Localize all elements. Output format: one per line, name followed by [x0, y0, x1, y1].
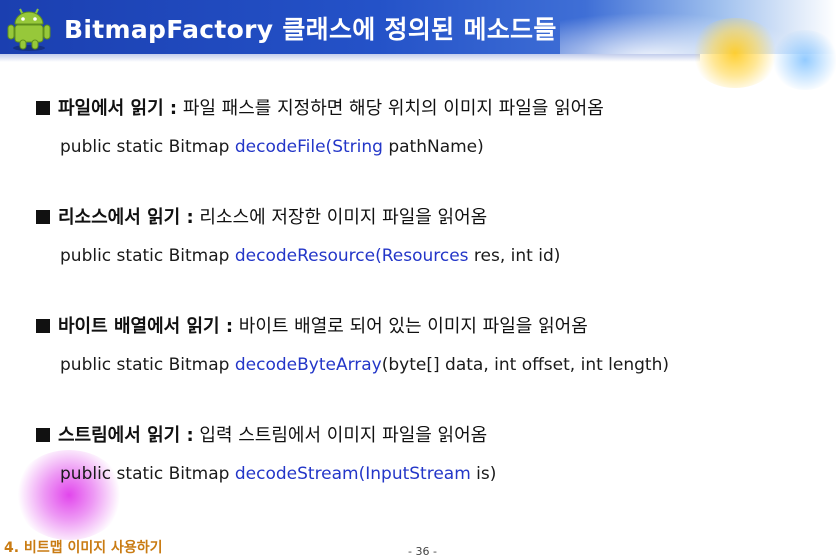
section-description: 리소스에 저장한 이미지 파일을 읽어옴	[199, 207, 488, 228]
param-type: InputStream	[365, 464, 471, 484]
signature-rest: (byte[] data, int offset, int length)	[381, 355, 669, 375]
yellow-glow-decoration	[690, 18, 780, 88]
method-signature: public static Bitmap decodeResource(Reso…	[60, 244, 560, 268]
section-heading: 바이트 배열에서 읽기 : 바이트 배열로 되어 있는 이미지 파일을 읽어옴	[36, 315, 669, 339]
method-name: decodeByteArray	[234, 355, 382, 375]
section-heading: 파일에서 읽기 : 파일 패스를 지정하면 해당 위치의 이미지 파일을 읽어옴	[36, 97, 604, 121]
method-signature: public static Bitmap decodeByteArray(byt…	[60, 353, 669, 377]
section-heading: 스트림에서 읽기 : 입력 스트림에서 이미지 파일을 읽어옴	[36, 424, 496, 448]
blue-glow-decoration	[770, 30, 836, 90]
header-shadow	[0, 54, 700, 62]
method-name: decodeFile(	[234, 137, 333, 157]
param-type: Resources	[381, 246, 469, 266]
section-title: 리소스에서 읽기 :	[58, 207, 194, 228]
square-bullet-icon	[36, 101, 50, 115]
square-bullet-icon	[36, 319, 50, 333]
section-heading: 리소스에서 읽기 : 리소스에 저장한 이미지 파일을 읽어옴	[36, 206, 560, 230]
section-decode-file: 파일에서 읽기 : 파일 패스를 지정하면 해당 위치의 이미지 파일을 읽어옴…	[36, 97, 604, 159]
section-title: 바이트 배열에서 읽기 :	[58, 316, 234, 337]
signature-rest: pathName)	[382, 137, 484, 157]
method-name: decodeStream(	[234, 464, 366, 484]
section-decode-stream: 스트림에서 읽기 : 입력 스트림에서 이미지 파일을 읽어옴 public s…	[36, 424, 496, 486]
param-type: String	[332, 137, 383, 157]
section-title: 스트림에서 읽기 :	[58, 425, 194, 446]
signature-prefix: public static Bitmap	[60, 137, 230, 157]
signature-prefix: public static Bitmap	[60, 464, 230, 484]
square-bullet-icon	[36, 210, 50, 224]
signature-rest: res, int id)	[468, 246, 561, 266]
signature-prefix: public static Bitmap	[60, 246, 230, 266]
section-description: 파일 패스를 지정하면 해당 위치의 이미지 파일을 읽어옴	[182, 98, 604, 119]
chapter-label: 4. 비트맵 이미지 사용하기	[4, 540, 163, 556]
signature-prefix: public static Bitmap	[60, 355, 230, 375]
section-decode-byte-array: 바이트 배열에서 읽기 : 바이트 배열로 되어 있는 이미지 파일을 읽어옴 …	[36, 315, 669, 377]
method-signature: public static Bitmap decodeStream(InputS…	[60, 462, 496, 486]
method-signature: public static Bitmap decodeFile(String p…	[60, 135, 604, 159]
section-decode-resource: 리소스에서 읽기 : 리소스에 저장한 이미지 파일을 읽어옴 public s…	[36, 206, 560, 268]
section-description: 바이트 배열로 되어 있는 이미지 파일을 읽어옴	[238, 316, 588, 337]
section-description: 입력 스트림에서 이미지 파일을 읽어옴	[199, 425, 488, 446]
section-title: 파일에서 읽기 :	[58, 98, 178, 119]
android-robot-icon	[7, 8, 51, 51]
slide-title: BitmapFactory 클래스에 정의된 메소드들	[64, 15, 557, 44]
method-name: decodeResource(	[234, 246, 382, 266]
signature-rest: is)	[470, 464, 497, 484]
page-number: - 36 -	[408, 545, 437, 558]
square-bullet-icon	[36, 428, 50, 442]
